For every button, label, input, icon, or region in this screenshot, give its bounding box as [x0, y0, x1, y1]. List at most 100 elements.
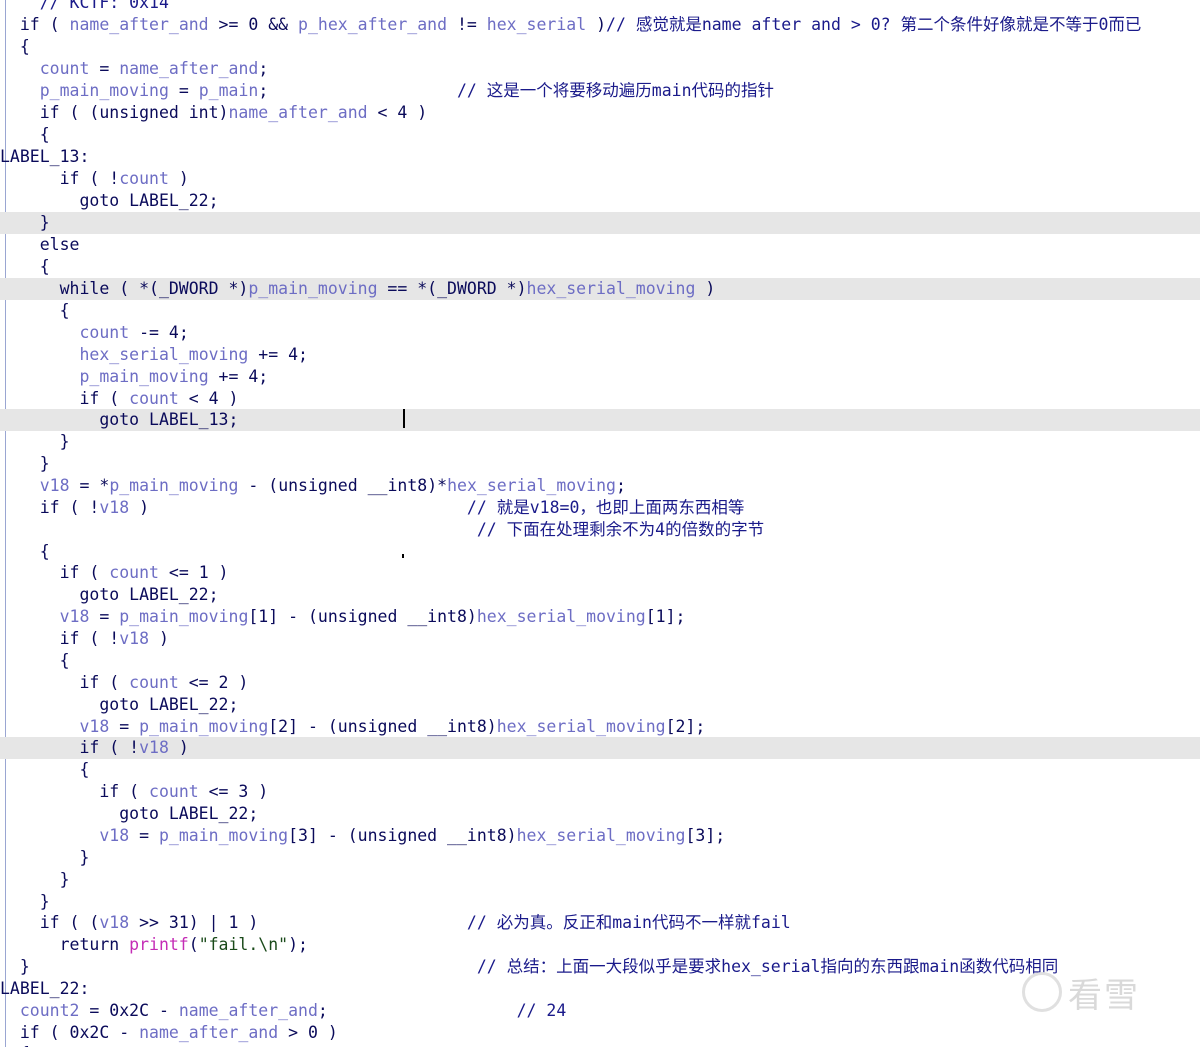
code-line[interactable]: p_main_moving = p_main; // 这是一个将要移动遍历mai…: [0, 80, 1200, 102]
code-token: {: [0, 125, 50, 144]
code-line[interactable]: if ( (unsigned int)name_after_and < 4 ): [0, 102, 1200, 124]
code-line[interactable]: // KCTF: 0x14: [0, 0, 1200, 14]
code-identifier: count2: [19, 1001, 80, 1020]
code-identifier: p_main_moving: [158, 826, 289, 845]
code-line[interactable]: goto LABEL_22;: [0, 694, 1200, 716]
code-line[interactable]: if ( (v18 >> 31) | 1 ) // 必为真。反正和main代码不…: [0, 912, 1200, 934]
code-line[interactable]: if ( !count ): [0, 168, 1200, 190]
code-token: if ( !: [0, 738, 140, 757]
code-identifier: p_main_moving: [39, 81, 169, 100]
text-caret: [403, 409, 405, 428]
code-line[interactable]: }: [0, 869, 1200, 891]
code-line[interactable]: if ( !v18 ): [0, 737, 1200, 759]
code-identifier: v18: [139, 738, 169, 757]
code-line[interactable]: if ( name_after_and >= 0 && p_hex_after_…: [0, 14, 1200, 36]
code-line[interactable]: {: [0, 256, 1200, 278]
code-line[interactable]: v18 = *p_main_moving - (unsigned __int8)…: [0, 475, 1200, 497]
code-line[interactable]: {: [0, 300, 1200, 322]
code-token: >= 0 &&: [208, 15, 299, 34]
code-token: [2];: [665, 717, 706, 736]
code-token: <= 1 ): [158, 563, 229, 582]
code-line[interactable]: {: [0, 541, 1200, 563]
code-token: else: [0, 235, 80, 254]
code-token: ): [168, 738, 189, 757]
code-line[interactable]: {: [0, 36, 1200, 58]
code-line[interactable]: if ( count <= 3 ): [0, 781, 1200, 803]
code-token: [2] - (unsigned __int8): [268, 717, 497, 736]
code-token: return: [0, 935, 130, 954]
code-line[interactable]: goto LABEL_22;: [0, 803, 1200, 825]
code-line[interactable]: v18 = p_main_moving[2] - (unsigned __int…: [0, 716, 1200, 738]
code-identifier: hex_serial_moving: [476, 607, 646, 626]
code-token: ): [695, 279, 716, 298]
code-token: if (: [0, 389, 130, 408]
code-line[interactable]: }: [0, 212, 1200, 234]
code-token: !=: [447, 15, 487, 34]
code-line[interactable]: }: [0, 453, 1200, 475]
code-identifier: count: [39, 59, 90, 78]
code-token: }: [0, 454, 50, 473]
code-line[interactable]: if ( !v18 ): [0, 628, 1200, 650]
code-line[interactable]: } // 总结：上面一大段似乎是要求hex_serial指向的东西跟main函数…: [0, 956, 1200, 978]
code-identifier: name_after_and: [228, 103, 368, 122]
code-line[interactable]: else: [0, 234, 1200, 256]
code-token: {: [0, 542, 50, 561]
code-token: goto LABEL_13;: [0, 410, 239, 429]
code-line[interactable]: goto LABEL_13;: [0, 409, 1200, 431]
code-line[interactable]: }: [0, 847, 1200, 869]
code-line[interactable]: }: [0, 431, 1200, 453]
code-line[interactable]: hex_serial_moving += 4;: [0, 344, 1200, 366]
code-line[interactable]: count -= 4;: [0, 322, 1200, 344]
code-line[interactable]: LABEL_22:: [0, 978, 1200, 1000]
code-line[interactable]: if ( count <= 2 ): [0, 672, 1200, 694]
code-token: if ( !: [0, 629, 120, 648]
code-token: while ( *(_DWORD *): [0, 279, 249, 298]
code-token: == *(_DWORD *): [377, 279, 527, 298]
watermark: 看雪: [1022, 968, 1140, 1017]
code-line[interactable]: if ( !v18 ) // 就是v18=0，也即上面两东西相等: [0, 497, 1200, 519]
code-line[interactable]: if ( 0x2C - name_after_and > 0 ): [0, 1022, 1200, 1044]
code-token: }: [0, 870, 70, 889]
code-token: {: [0, 760, 90, 779]
code-token: if (: [0, 563, 110, 582]
code-editor[interactable]: // KCTF: 0x14 if ( name_after_and >= 0 &…: [0, 0, 1200, 1047]
code-token: ;: [258, 81, 457, 100]
code-line[interactable]: if ( count <= 1 ): [0, 562, 1200, 584]
code-token: LABEL_13:: [0, 147, 90, 166]
code-token: < 4 ): [178, 389, 239, 408]
code-line[interactable]: }: [0, 891, 1200, 913]
code-line[interactable]: p_main_moving += 4;: [0, 366, 1200, 388]
code-identifier: count: [149, 782, 199, 801]
code-line[interactable]: {: [0, 759, 1200, 781]
code-token: if ( 0x2C -: [0, 1023, 140, 1042]
code-line[interactable]: goto LABEL_22;: [0, 584, 1200, 606]
code-token: goto LABEL_22;: [0, 585, 219, 604]
code-token: += 4;: [208, 367, 269, 386]
code-line[interactable]: count2 = 0x2C - name_after_and; // 24: [0, 1000, 1200, 1022]
code-line[interactable]: goto LABEL_22;: [0, 190, 1200, 212]
code-token: ): [129, 498, 467, 517]
code-token: );: [288, 935, 308, 954]
code-token: =: [89, 59, 120, 78]
code-line[interactable]: count = name_after_and;: [0, 58, 1200, 80]
code-line[interactable]: v18 = p_main_moving[1] - (unsigned __int…: [0, 606, 1200, 628]
code-identifier: hex_serial: [486, 15, 587, 34]
code-line[interactable]: {: [0, 650, 1200, 672]
code-token: ): [168, 169, 189, 188]
code-line[interactable]: while ( *(_DWORD *)p_main_moving == *(_D…: [0, 278, 1200, 300]
code-token: (: [188, 935, 199, 954]
code-token: {: [0, 257, 50, 276]
code-line[interactable]: {: [0, 1043, 1200, 1047]
code-line[interactable]: {: [0, 124, 1200, 146]
code-line[interactable]: v18 = p_main_moving[3] - (unsigned __int…: [0, 825, 1200, 847]
code-token: }: [0, 213, 50, 232]
code-line[interactable]: if ( count < 4 ): [0, 388, 1200, 410]
code-line[interactable]: return printf("fail.\n");: [0, 934, 1200, 956]
code-token: {: [0, 651, 70, 670]
code-line[interactable]: // 下面在处理剩余不为4的倍数的字节: [0, 519, 1200, 541]
code-comment: // 感觉就是name after and > 0? 第二个条件好像就是不等于0…: [606, 15, 1142, 34]
code-identifier: count: [129, 389, 179, 408]
code-line[interactable]: LABEL_13:: [0, 146, 1200, 168]
